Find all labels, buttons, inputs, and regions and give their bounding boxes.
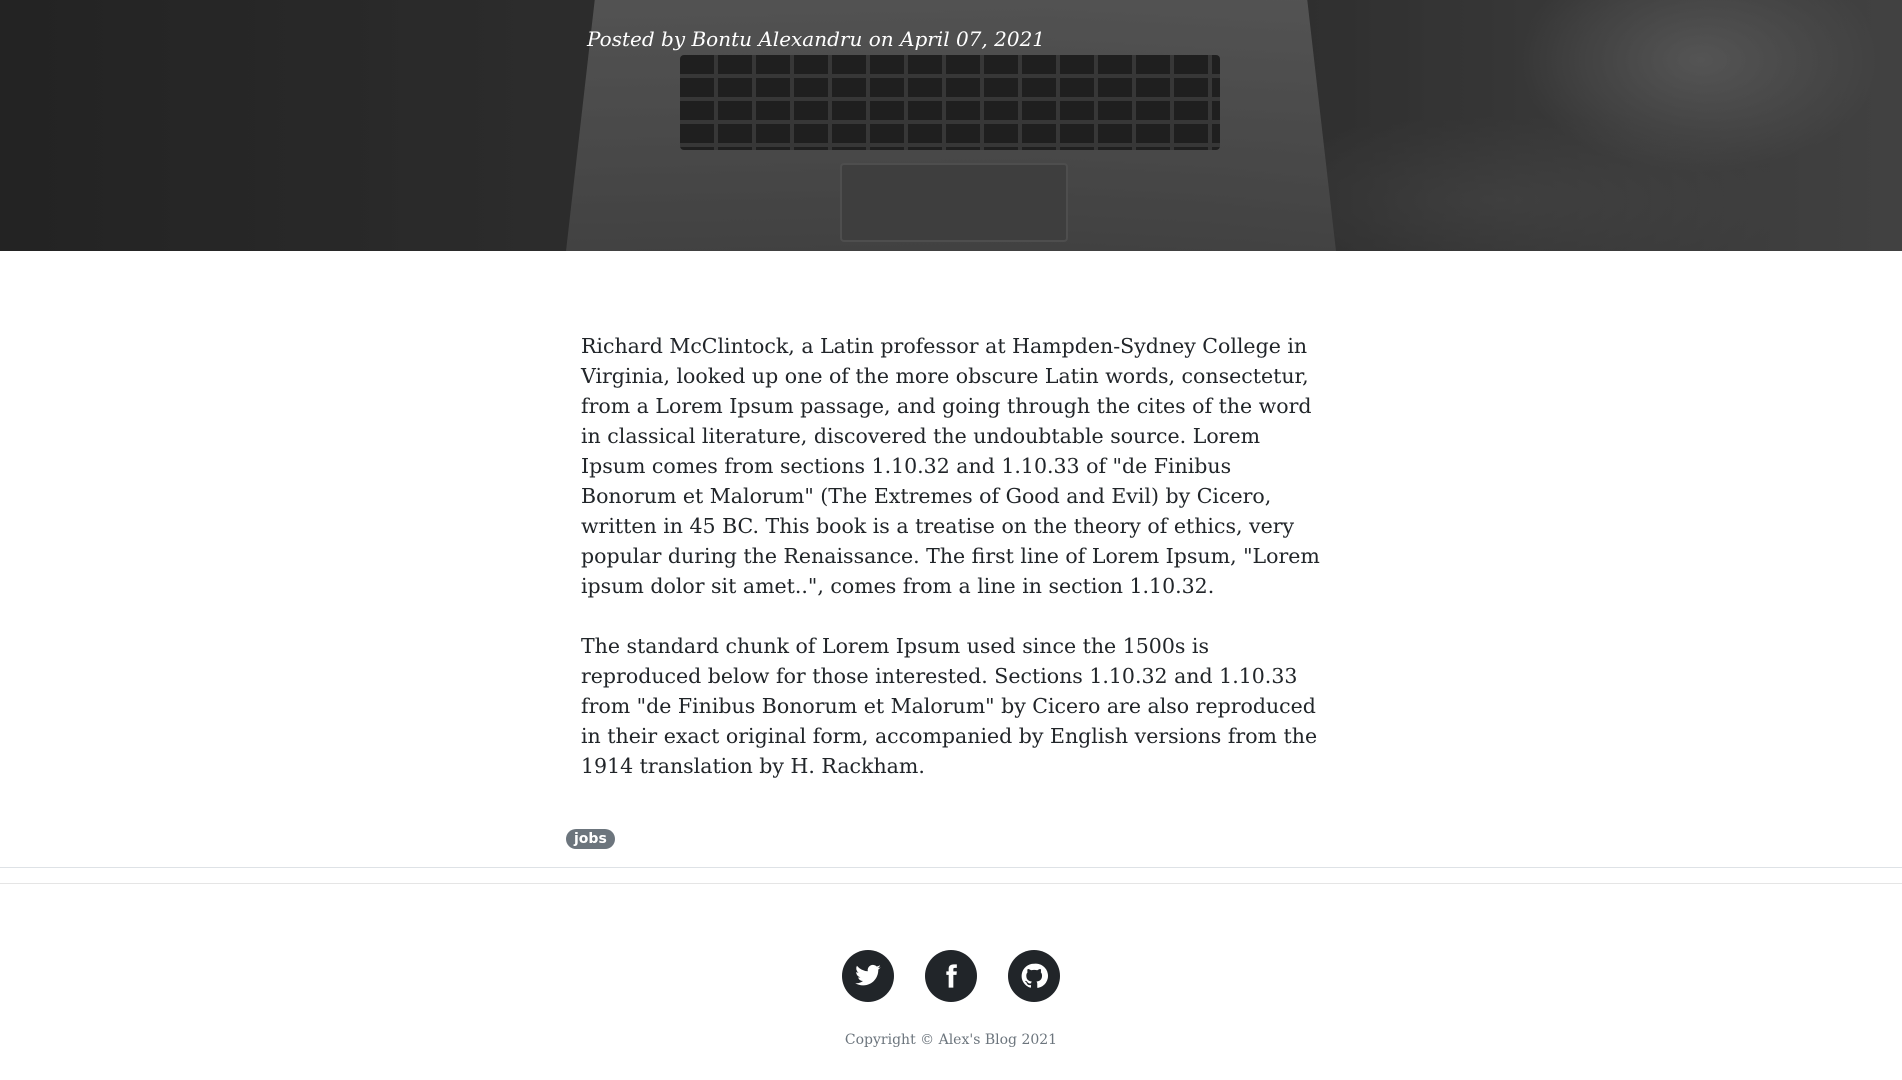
footer: Copyright © Alex's Blog 2021: [0, 950, 1902, 1048]
facebook-icon: [946, 964, 957, 988]
post-paragraph: Richard McClintock, a Latin professor at…: [581, 334, 1320, 598]
twitter-icon: [855, 964, 881, 986]
facebook-link[interactable]: [925, 950, 977, 1002]
post-paragraph: The standard chunk of Lorem Ipsum used s…: [581, 634, 1318, 778]
post-header: Posted by Bontu Alexandru on April 07, 2…: [0, 0, 1902, 251]
tag-jobs[interactable]: jobs: [566, 829, 615, 849]
author-link[interactable]: Bontu Alexandru: [691, 27, 862, 51]
twitter-link[interactable]: [841, 950, 894, 1002]
post-date: April 07, 2021: [900, 27, 1046, 51]
github-icon: [1021, 963, 1049, 988]
post-body: Richard McClintock, a Latin professor at…: [581, 251, 1321, 781]
meta-prefix: Posted by: [587, 27, 686, 51]
social-links: [0, 950, 1902, 1002]
footer-divider: [0, 883, 1902, 884]
tag-list: jobs: [566, 828, 1336, 849]
copyright-text: Copyright © Alex's Blog 2021: [844, 1032, 1058, 1048]
github-link[interactable]: [1008, 950, 1061, 1002]
meta-middle: on: [868, 27, 894, 51]
post-meta: Posted by Bontu Alexandru on April 07, 2…: [587, 27, 1045, 51]
content-divider: [0, 867, 1902, 868]
